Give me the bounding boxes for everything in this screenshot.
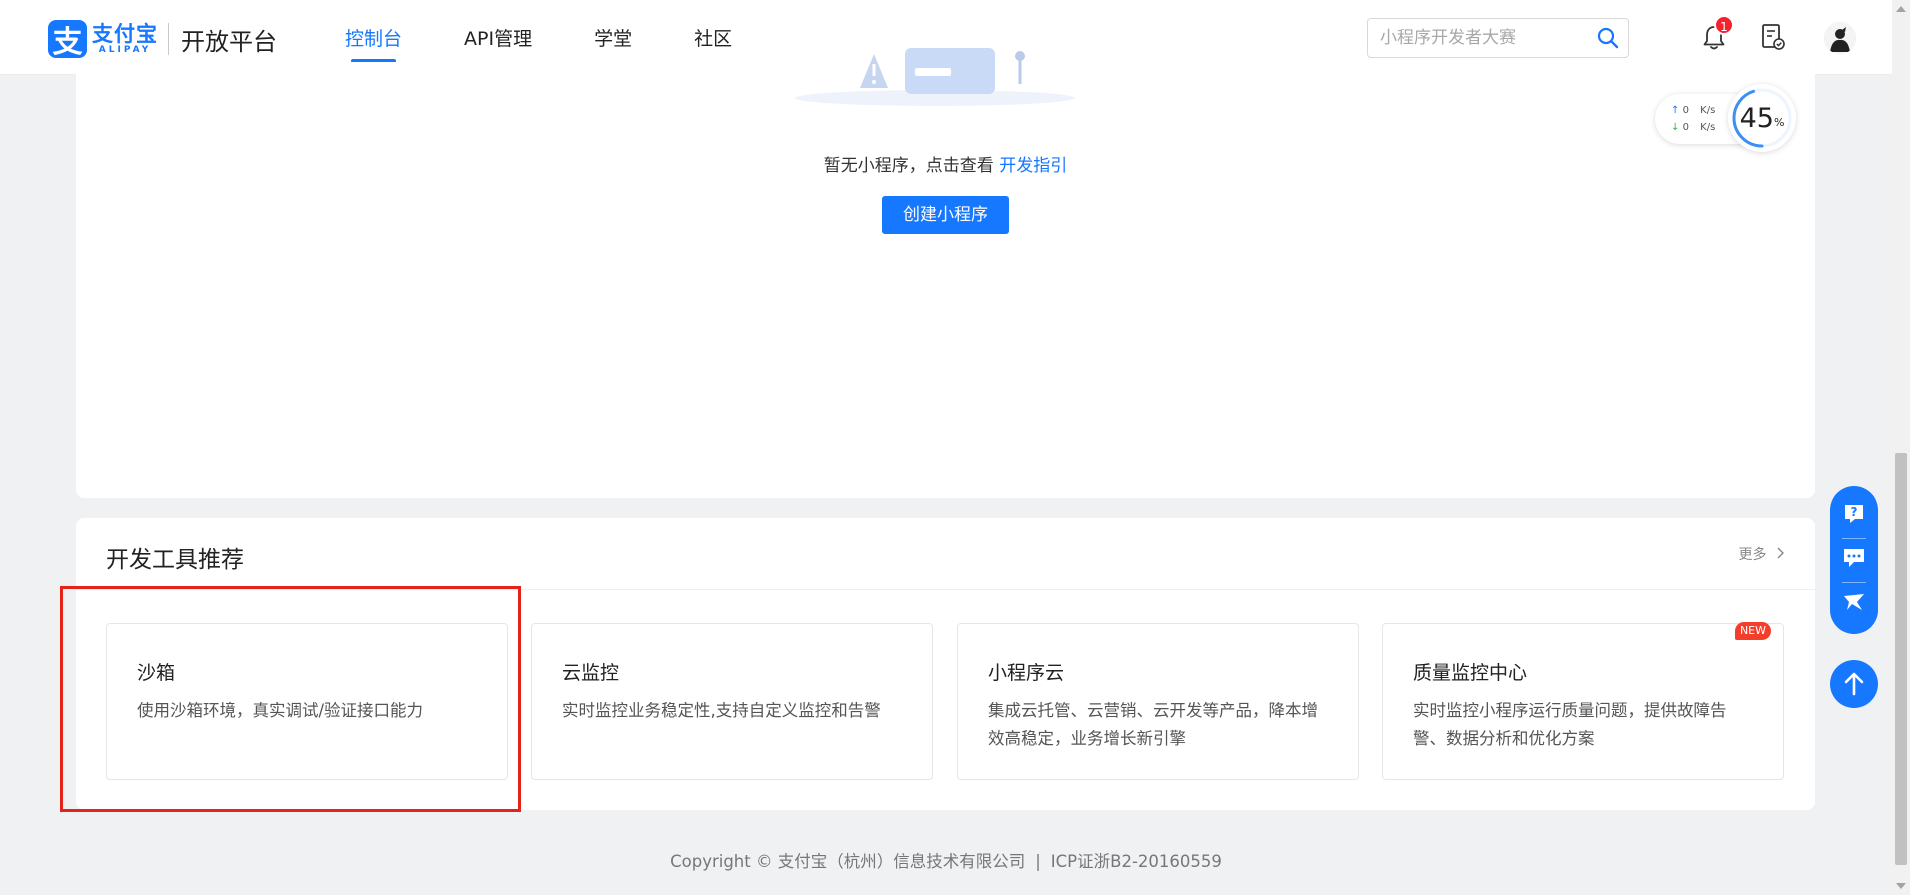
new-badge: NEW xyxy=(1734,622,1771,640)
footer: Copyright © 支付宝（杭州）信息技术有限公司 | ICP证浙B2-2016… xyxy=(0,848,1892,872)
empty-state-message: 暂无小程序，点击查看 xyxy=(823,156,1000,176)
avatar-image-icon xyxy=(1824,22,1856,54)
upload-speed-unit: K/s xyxy=(1700,105,1716,116)
upload-speed: 0 xyxy=(1682,105,1689,116)
scroll-thumb[interactable] xyxy=(1895,453,1907,865)
float-divider xyxy=(1842,582,1866,583)
footer-separator: | xyxy=(1035,852,1041,871)
platform-name: 开放平台 xyxy=(181,27,277,56)
logo-text-en: ALIPAY xyxy=(98,44,152,55)
usage-percent-sign: % xyxy=(1773,115,1785,129)
more-link-label: 更多 xyxy=(1738,547,1767,563)
chevron-right-icon xyxy=(1777,547,1784,559)
download-arrow-icon: ↓ xyxy=(1671,122,1680,133)
upload-arrow-icon: ↑ xyxy=(1671,105,1680,116)
download-speed: 0 xyxy=(1682,122,1689,133)
dev-tools-title: 开发工具推荐 xyxy=(106,547,244,573)
scroll-up-arrow-icon[interactable] xyxy=(1896,6,1906,12)
alipay-logo-icon: 支 xyxy=(48,20,87,60)
chat-message-icon[interactable] xyxy=(1842,546,1866,570)
logo-divider xyxy=(168,23,169,55)
logo-text-cn: 支付宝 xyxy=(92,21,158,46)
usage-percent: 45 xyxy=(1739,102,1774,134)
back-to-top-button[interactable] xyxy=(1830,660,1878,708)
download-speed-unit: K/s xyxy=(1700,122,1716,133)
tool-title: 云监控 xyxy=(562,662,620,684)
highlight-annotation-box xyxy=(60,586,521,812)
tool-description: 集成云托管、云营销、云开发等产品，降本增效高稳定，业务增长新引擎 xyxy=(988,701,1318,748)
empty-state-text: 暂无小程序，点击查看 开发指引 xyxy=(76,151,1815,176)
help-question-icon[interactable]: ? xyxy=(1842,502,1866,526)
notification-badge: 1 xyxy=(1714,15,1734,35)
tool-title: 质量监控中心 xyxy=(1413,662,1528,684)
alipay-logo[interactable]: 支 支付宝 ALIPAY 开放平台 xyxy=(48,20,277,60)
memory-usage-gauge: 45% xyxy=(1728,84,1796,152)
mini-program-panel: 暂无小程序，点击查看 开发指引 创建小程序 xyxy=(76,48,1815,498)
create-mini-program-button[interactable]: 创建小程序 xyxy=(882,196,1009,234)
tool-description: 实时监控业务稳定性,支持自定义监控和告警 xyxy=(562,701,881,720)
float-divider xyxy=(1842,538,1866,539)
feedback-bird-icon[interactable] xyxy=(1842,590,1866,614)
tool-card-cloud-monitor[interactable]: 云监控 实时监控业务稳定性,支持自定义监控和告警 xyxy=(531,623,933,780)
network-speed-widget[interactable]: ↑ 0 K/s ↓ 0 K/s 45% xyxy=(1655,84,1796,152)
tool-title: 小程序云 xyxy=(988,662,1065,684)
more-link[interactable]: 更多 xyxy=(1739,544,1785,564)
tool-card-mini-program-cloud[interactable]: 小程序云 集成云托管、云营销、云开发等产品，降本增效高稳定，业务增长新引擎 xyxy=(957,623,1359,780)
empty-state-illustration xyxy=(795,48,1075,106)
copyright-text: Copyright © 支付宝（杭州）信息技术有限公司 xyxy=(670,852,1026,871)
scroll-down-arrow-icon[interactable] xyxy=(1896,883,1906,889)
floating-help-bar: ? xyxy=(1830,486,1878,634)
page-scrollbar[interactable] xyxy=(1892,0,1910,895)
tool-card-quality-monitor[interactable]: NEW 质量监控中心 实时监控小程序运行质量问题，提供故障告警、数据分析和优化方… xyxy=(1382,622,1784,780)
arrow-up-icon xyxy=(1844,672,1864,696)
search-input[interactable] xyxy=(1368,19,1583,57)
search-box xyxy=(1367,18,1629,58)
icp-license[interactable]: ICP证浙B2-20160559 xyxy=(1051,852,1222,871)
user-avatar[interactable] xyxy=(1824,22,1856,54)
dev-guide-link[interactable]: 开发指引 xyxy=(999,156,1067,176)
tool-description: 实时监控小程序运行质量问题，提供故障告警、数据分析和优化方案 xyxy=(1413,701,1727,748)
svg-text:?: ? xyxy=(1851,505,1858,519)
search-icon[interactable] xyxy=(1596,26,1620,50)
document-check-icon[interactable] xyxy=(1760,23,1786,51)
